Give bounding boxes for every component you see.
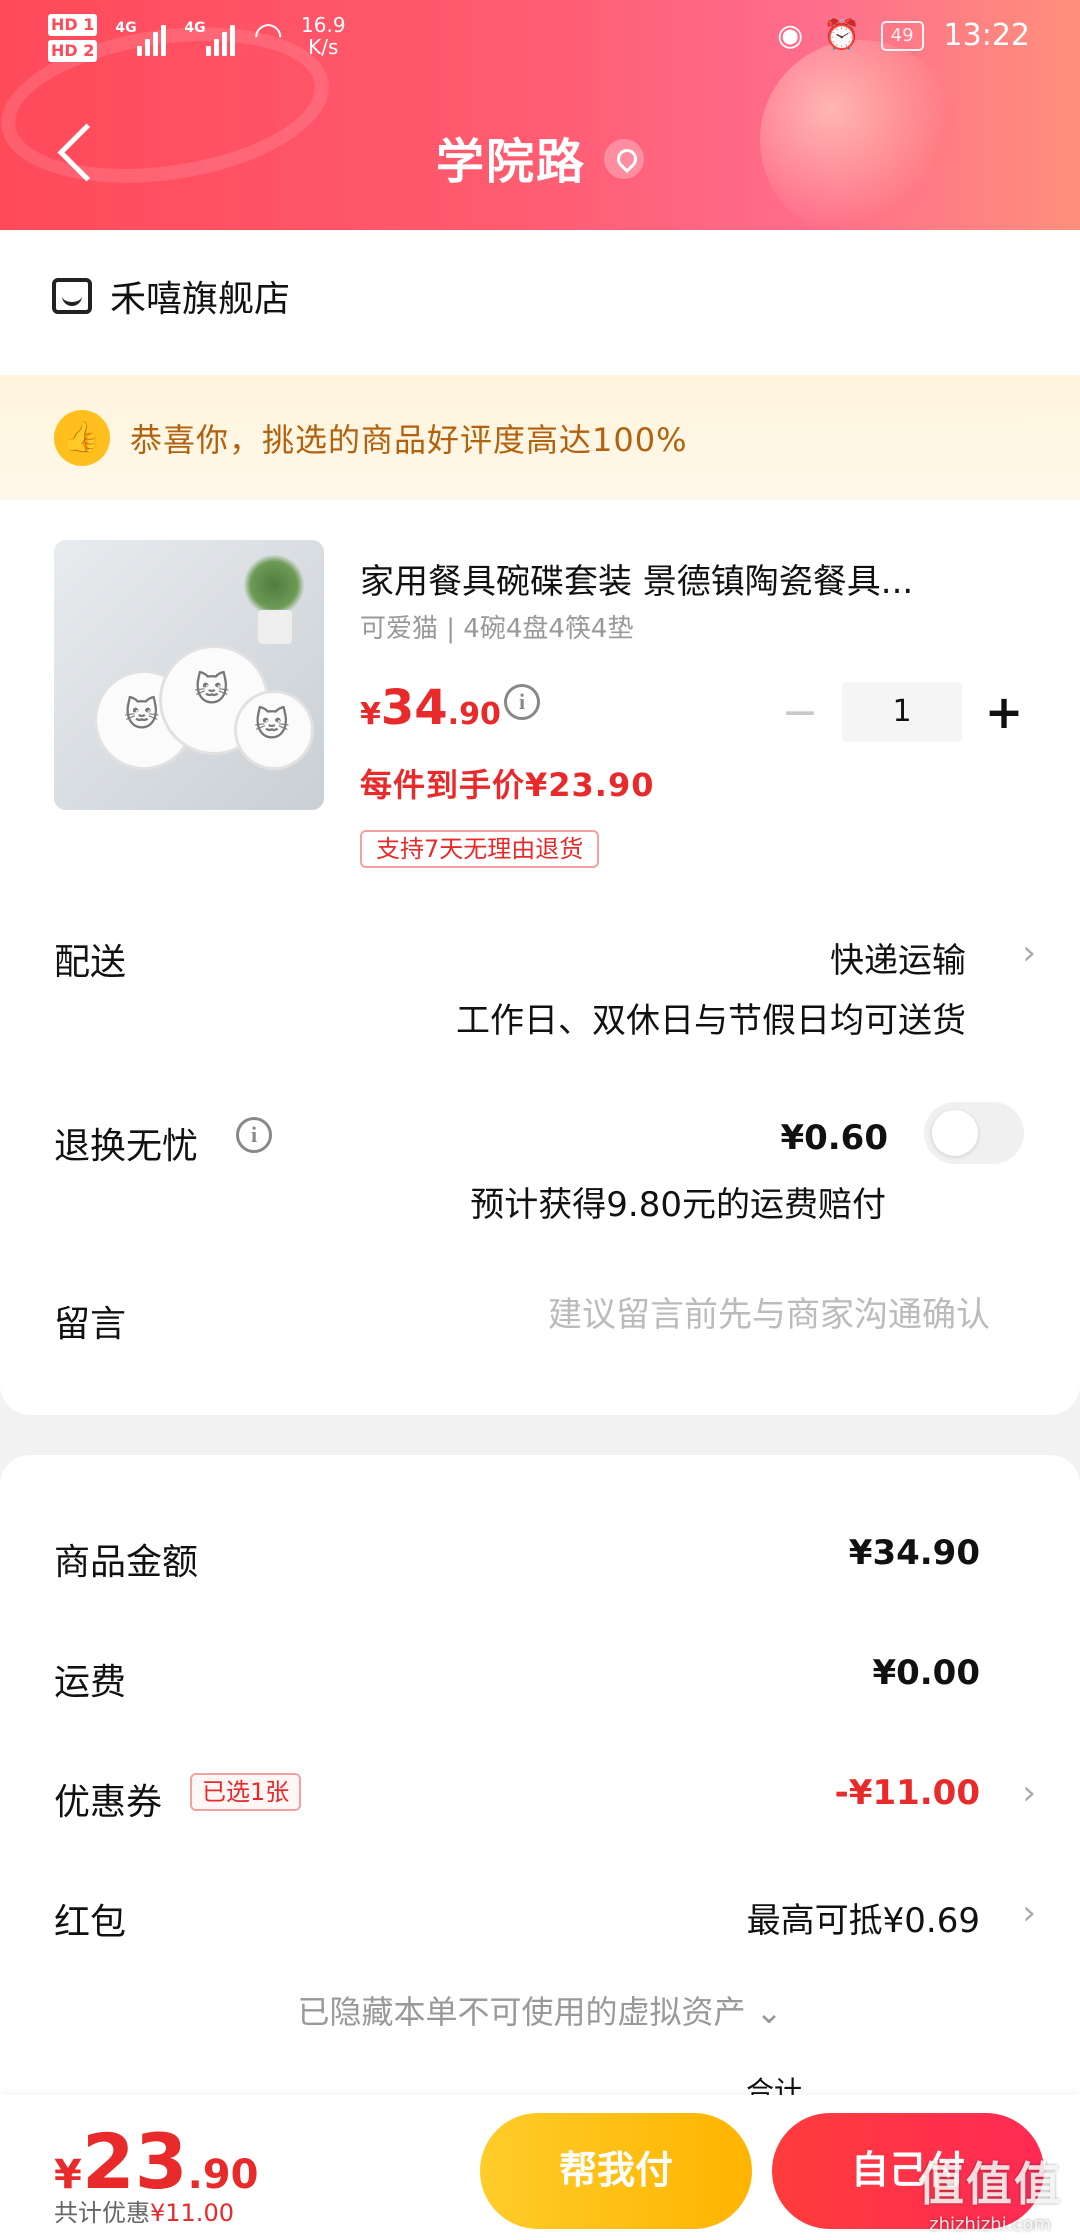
cat-icon: 🐱 [124, 695, 160, 735]
signal-bar [230, 25, 236, 56]
price-symbol: ¥ [360, 697, 381, 732]
hd1-badge: HD 1 [48, 14, 98, 36]
clock: 13:22 [943, 18, 1030, 53]
battery-icon: 49 [880, 20, 924, 51]
address-text: 学院路 [435, 134, 586, 190]
increase-button[interactable]: + [974, 685, 1034, 739]
status-right: ◉ ⏰ 49 13:22 [777, 18, 1030, 53]
delivery-method[interactable]: 快递运输 [830, 933, 966, 982]
header: HD 1 HD 2 4G 4G ◠ 16.9 K/s ◉ ⏰ 49 13:22 … [0, 0, 1080, 230]
chevron-right-icon[interactable]: › [1022, 1893, 1036, 1933]
signal-bar [206, 46, 212, 56]
after-discount-price: 每件到手价¥23.90 [360, 766, 655, 804]
address-title[interactable]: 学院路 [0, 122, 1080, 192]
total-symbol: ¥ [54, 2152, 82, 2198]
message-input[interactable] [430, 1295, 990, 1335]
praise-text: 恭喜你，挑选的商品好评度高达100% [130, 420, 688, 459]
speed-unit: K/s [308, 35, 339, 59]
signal-bar [222, 32, 228, 56]
help-pay-button[interactable]: 帮我付 [480, 2113, 752, 2229]
price-info-icon[interactable]: i [504, 684, 540, 720]
pot-decoration [258, 610, 292, 644]
quantity-stepper: − 1 + [770, 682, 1034, 742]
hd2-badge: HD 2 [48, 40, 98, 62]
product-price: ¥34.90 [360, 680, 501, 736]
return-info-icon[interactable]: i [236, 1117, 272, 1153]
red-packet-label: 红包 [54, 1902, 127, 1943]
location-pin-icon [604, 139, 644, 179]
message-label: 留言 [54, 1304, 127, 1345]
watermark-site: zhizhizhi.com [929, 2214, 1051, 2235]
alarm-icon: ⏰ [823, 18, 861, 53]
signal-bar [145, 39, 151, 56]
chevron-right-icon[interactable]: › [1022, 933, 1036, 973]
praise-banner: 👍 恭喜你，挑选的商品好评度高达100% [0, 375, 1080, 500]
watermark-logo: 值值值 [918, 2157, 1062, 2211]
discount-label: 共计优惠 [54, 2199, 150, 2227]
signal-bar [161, 25, 167, 56]
total-discount: 共计优惠¥11.00 [54, 2193, 234, 2228]
quantity-input[interactable]: 1 [842, 682, 962, 742]
hd-indicators: HD 1 HD 2 [48, 14, 98, 62]
toggle-knob [932, 1110, 978, 1156]
decrease-button[interactable]: − [770, 687, 830, 738]
return-worry-free-note: 预计获得9.80元的运费赔付 [470, 1185, 886, 1225]
shop-row[interactable]: 禾嘻旗舰店 [52, 270, 290, 322]
goods-amount-label: 商品金额 [54, 1542, 199, 1583]
product-item: 🐱 🐱 🐱 家用餐具碗碟套装 景德镇陶瓷餐具... 可爱猫 | 4碗4盘4筷4垫… [54, 540, 1034, 868]
product-spec[interactable]: 可爱猫 | 4碗4盘4筷4垫 [360, 608, 633, 645]
goods-amount-value: ¥34.90 [848, 1533, 980, 1573]
hidden-assets-toggle[interactable]: 已隐藏本单不可使用的虚拟资产 ⌄ [0, 1987, 1080, 2033]
cat-icon: 🐱 [254, 705, 290, 745]
thumbs-up-icon: 👍 [54, 409, 110, 466]
signal-2-icon: 4G [184, 14, 236, 56]
red-packet-value[interactable]: 最高可抵¥0.69 [747, 1893, 980, 1942]
signal-bar [137, 46, 143, 56]
status-left: HD 1 HD 2 4G 4G ◠ 16.9 K/s [48, 14, 346, 62]
delivery-label: 配送 [54, 942, 127, 983]
eye-icon: ◉ [777, 18, 804, 53]
price-decimal: .90 [447, 697, 501, 732]
order-card: 禾嘻旗舰店 👍 恭喜你，挑选的商品好评度高达100% 🐱 🐱 🐱 家用餐具碗碟套… [0, 230, 1080, 1415]
chevron-right-icon[interactable]: › [1022, 1773, 1036, 1813]
coupon-label: 优惠券 [54, 1782, 163, 1823]
shipping-value: ¥0.00 [872, 1653, 980, 1693]
site-watermark: 值值值 zhizhizhi.com [918, 2148, 1062, 2235]
return-worry-free-toggle[interactable] [924, 1102, 1024, 1164]
return-worry-free-price: ¥0.60 [780, 1118, 888, 1158]
price-integer: 34 [380, 680, 448, 736]
order-confirm-page: HD 1 HD 2 4G 4G ◠ 16.9 K/s ◉ ⏰ 49 13:22 … [0, 0, 1080, 2240]
signal-bar [153, 32, 159, 56]
status-bar: HD 1 HD 2 4G 4G ◠ 16.9 K/s ◉ ⏰ 49 13:22 [0, 0, 1080, 80]
network-speed: 16.9 K/s [301, 14, 346, 58]
product-title[interactable]: 家用餐具碗碟套装 景德镇陶瓷餐具... [360, 554, 1030, 603]
signal-1-icon: 4G [115, 14, 167, 56]
shop-icon [52, 278, 92, 314]
product-image[interactable]: 🐱 🐱 🐱 [54, 540, 324, 810]
return-worry-free-label: 退换无忧 [54, 1126, 199, 1167]
speed-value: 16.9 [301, 13, 346, 37]
signal-bar [214, 39, 220, 56]
delivery-note: 工作日、双休日与节假日均可送货 [456, 1001, 966, 1041]
shop-name: 禾嘻旗舰店 [110, 279, 291, 320]
shipping-label: 运费 [54, 1662, 127, 1703]
wifi-icon: ◠ [253, 15, 284, 55]
plant-decoration [244, 555, 304, 615]
cat-icon: 🐱 [194, 670, 230, 710]
discount-value: ¥11.00 [150, 2199, 234, 2227]
total-decimal: .90 [187, 2152, 259, 2198]
coupon-selected-tag: 已选1张 [190, 1773, 302, 1811]
signal-1-label: 4G [115, 20, 137, 36]
return-policy-tag: 支持7天无理由退货 [360, 830, 600, 868]
signal-2-label: 4G [184, 20, 206, 36]
coupon-value[interactable]: -¥11.00 [835, 1773, 980, 1813]
